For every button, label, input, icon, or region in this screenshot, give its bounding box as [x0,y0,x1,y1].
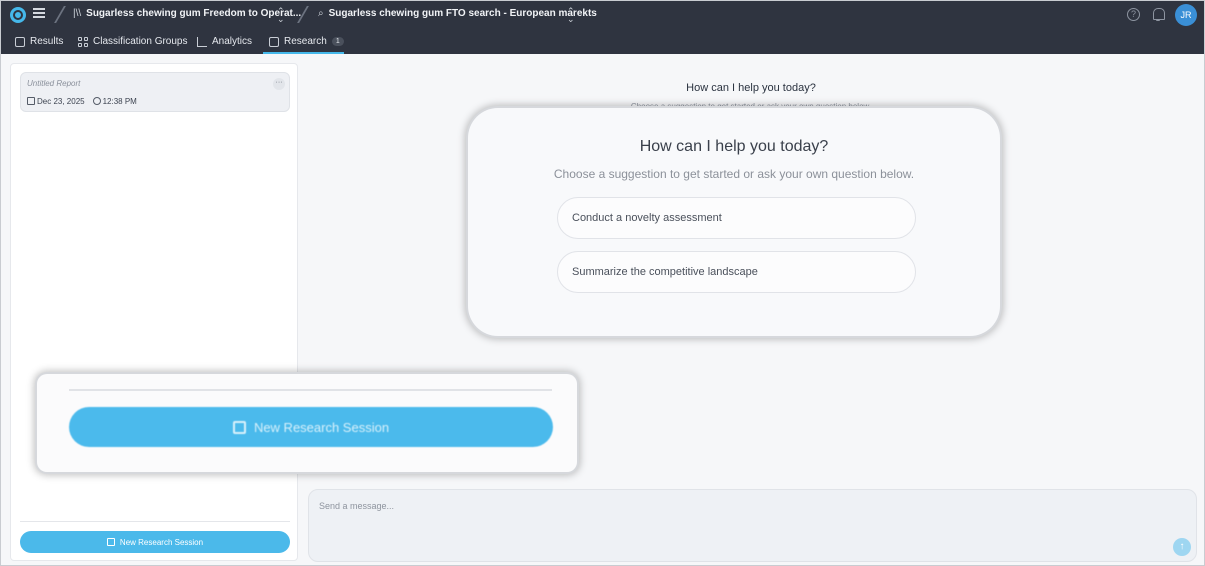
bell-icon[interactable] [1152,7,1165,21]
active-tab-indicator [263,52,344,54]
callout-subtitle: Choose a suggestion to get started or as… [553,167,915,181]
send-button[interactable]: ↑ [1173,538,1191,556]
project-breadcrumb[interactable]: |\\ Sugarless chewing gum Freedom to Ope… [73,8,301,19]
new-research-session-button-zoomed[interactable]: New Research Session [69,407,553,447]
message-input[interactable]: Send a message... [319,501,394,511]
suggestion-competitive-landscape[interactable]: Summarize the competitive landscape [557,251,916,293]
sidebar: Untitled Report Dec 23, 2025 12:38 PM ··… [10,63,298,561]
grid-icon [78,36,88,47]
search-switch-chevron-icon[interactable]: ⌃ ⌄ [567,7,575,24]
list-icon [15,36,25,47]
clock-icon [92,97,101,105]
book-icon [269,36,279,47]
research-count-badge: 1 [331,37,344,46]
edit-icon [106,538,115,546]
new-research-session-button[interactable]: New Research Session [20,531,290,553]
avatar[interactable]: JR [1175,4,1197,26]
report-time: 12:38 PM [92,97,137,106]
calendar-icon [27,97,35,105]
tab-bar: Results Classification Groups Analytics … [1,31,1204,54]
sidebar-divider [20,521,290,522]
app-window: |\\ Sugarless chewing gum Freedom to Ope… [0,0,1205,566]
edit-icon [232,420,246,434]
callout-title: How can I help you today? [639,138,829,155]
report-meta: Dec 23, 2025 12:38 PM [27,97,137,106]
tab-analytics[interactable]: Analytics [197,36,252,47]
search-breadcrumb[interactable]: ⌕ Sugarless chewing gum FTO search - Eur… [318,8,597,19]
message-composer[interactable]: Send a message... ↑ [308,489,1197,562]
zoomed-suggestions-callout: How can I help you today? Choose a sugge… [468,108,1000,336]
callout-divider [69,389,552,391]
library-icon: |\\ [73,8,82,19]
top-bar: |\\ Sugarless chewing gum Freedom to Ope… [1,1,1204,54]
report-date: Dec 23, 2025 [27,97,85,106]
report-title: Untitled Report [27,79,81,88]
menu-icon[interactable] [33,8,45,20]
chart-icon [197,36,207,47]
project-switch-chevron-icon[interactable]: ⌃ ⌄ [277,7,285,24]
page-title: How can I help you today? [686,82,816,94]
app-logo-icon[interactable] [10,7,26,23]
breadcrumb-separator [54,6,66,23]
search-icon: ⌕ [318,8,324,19]
report-card[interactable]: Untitled Report Dec 23, 2025 12:38 PM ··… [20,72,290,112]
suggestion-novelty-assessment[interactable]: Conduct a novelty assessment [557,197,916,239]
zoomed-new-session-callout: New Research Session [37,374,577,472]
tab-classification-groups[interactable]: Classification Groups [78,36,187,47]
help-icon[interactable]: ? [1127,8,1140,21]
tab-results[interactable]: Results [15,36,63,47]
header-row: |\\ Sugarless chewing gum Freedom to Ope… [1,1,1204,29]
tab-research[interactable]: Research 1 [269,36,344,47]
more-options-icon[interactable]: ··· [273,78,285,90]
